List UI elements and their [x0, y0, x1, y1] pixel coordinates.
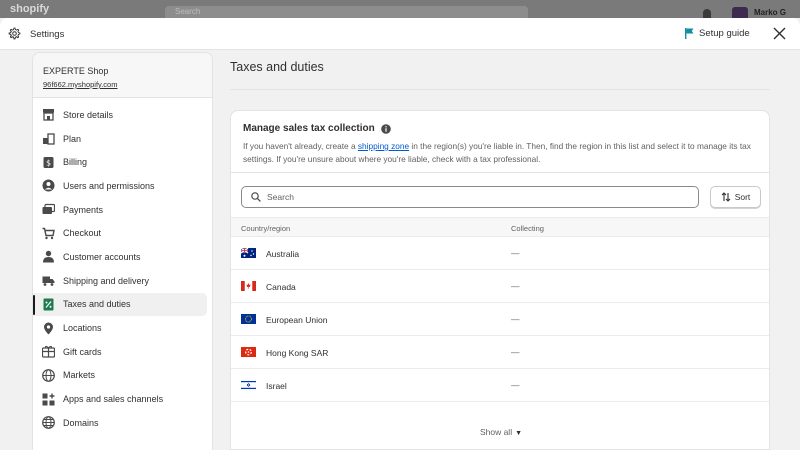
sidebar-item-customer-accounts[interactable]: Customer accounts	[33, 245, 207, 269]
sidebar-item-plan[interactable]: Plan	[33, 127, 207, 151]
settings-nav: Store details Plan $ Billing Users and p…	[33, 98, 212, 435]
store-name: EXPERTE Shop	[43, 66, 109, 76]
setup-guide-button[interactable]: Setup guide	[685, 28, 750, 39]
info-icon[interactable]	[380, 123, 391, 134]
settings-sidebar: EXPERTE Shop 96f662.myshopify.com Store …	[32, 52, 213, 450]
canada-flag-icon	[241, 281, 256, 291]
table-row[interactable]: Australia —	[231, 237, 769, 270]
search-placeholder: Search	[267, 192, 294, 202]
flag-icon	[685, 28, 694, 39]
sales-tax-card: Manage sales tax collection If you haven…	[230, 110, 770, 450]
store-url-link[interactable]: 96f662.myshopify.com	[43, 80, 202, 89]
sidebar-item-taxes-and-duties[interactable]: Taxes and duties	[33, 292, 207, 317]
user-icon	[42, 179, 55, 192]
sidebar-item-payments[interactable]: Payments	[33, 198, 207, 222]
show-all-button[interactable]: Show all ▼	[231, 427, 769, 437]
table-row[interactable]: Hong Kong SAR —	[231, 336, 769, 369]
bell-icon	[703, 9, 711, 18]
admin-top-bar: shopify Search Marko G	[0, 0, 800, 18]
person-icon	[43, 251, 54, 263]
domain-globe-icon	[42, 416, 55, 430]
setup-guide-label: Setup guide	[699, 28, 750, 39]
avatar	[732, 7, 748, 18]
close-icon[interactable]	[773, 27, 786, 40]
store-icon	[43, 109, 54, 121]
sidebar-item-gift-cards[interactable]: Gift cards	[33, 340, 207, 364]
table-row[interactable]: Canada —	[231, 270, 769, 303]
card-title: Manage sales tax collection	[243, 123, 391, 134]
truck-icon	[42, 276, 55, 287]
shipping-zone-link[interactable]: shipping zone	[358, 141, 409, 151]
tax-icon	[43, 298, 54, 311]
hong-kong-flag-icon	[241, 347, 256, 357]
payments-icon	[42, 203, 55, 215]
billing-icon: $	[43, 156, 54, 168]
sidebar-item-domains[interactable]: Domains	[33, 411, 207, 435]
settings-header: Settings Setup guide	[0, 18, 800, 50]
sidebar-item-shipping-and-delivery[interactable]: Shipping and delivery	[33, 269, 207, 293]
sidebar-item-users-and-permissions[interactable]: Users and permissions	[33, 174, 207, 198]
cart-icon	[42, 227, 55, 239]
plan-icon	[43, 133, 55, 145]
svg-text:$: $	[46, 158, 51, 167]
sort-arrows-icon	[721, 192, 731, 202]
store-info: EXPERTE Shop 96f662.myshopify.com	[33, 53, 212, 98]
sidebar-item-markets[interactable]: Markets	[33, 364, 207, 388]
admin-search-input: Search	[165, 6, 528, 18]
australia-flag-icon	[241, 248, 256, 258]
gift-icon	[42, 346, 55, 358]
globe-icon	[42, 369, 55, 382]
search-icon	[251, 192, 261, 202]
shopify-logo: shopify	[10, 3, 50, 15]
card-description: If you haven't already, create a shippin…	[243, 141, 751, 164]
tax-regions-table: Australia — Canada — European Union — Ho…	[231, 237, 769, 402]
user-name: Marko G	[754, 8, 787, 17]
section-divider	[230, 89, 770, 90]
card-divider	[231, 172, 769, 173]
table-header: Country/region Collecting	[231, 217, 769, 237]
table-row[interactable]: Israel —	[231, 369, 769, 402]
column-header-collecting: Collecting	[511, 224, 544, 233]
israel-flag-icon	[241, 380, 256, 390]
eu-flag-icon	[241, 314, 256, 324]
column-header-country: Country/region	[241, 224, 291, 233]
section-title: Taxes and duties	[230, 60, 324, 74]
sidebar-item-apps-and-sales-channels[interactable]: Apps and sales channels	[33, 387, 207, 411]
sidebar-item-store-details[interactable]: Store details	[33, 103, 207, 127]
gear-icon	[8, 27, 21, 40]
table-row[interactable]: European Union —	[231, 303, 769, 336]
sort-button[interactable]: Sort	[710, 186, 761, 208]
location-pin-icon	[44, 322, 53, 335]
sidebar-item-locations[interactable]: Locations	[33, 316, 207, 340]
search-input[interactable]: Search	[241, 186, 699, 208]
sidebar-item-billing[interactable]: $ Billing	[33, 150, 207, 174]
sidebar-item-checkout[interactable]: Checkout	[33, 221, 207, 245]
apps-icon	[42, 393, 55, 406]
page-title: Settings	[30, 29, 65, 40]
caret-down-icon: ▼	[515, 430, 523, 437]
